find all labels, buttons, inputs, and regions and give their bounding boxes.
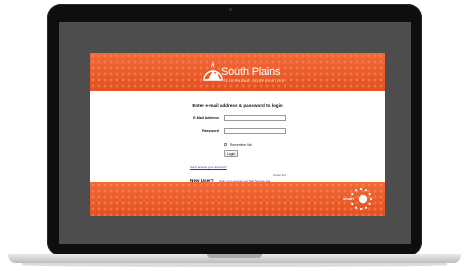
remember-me-label: Remember Me (230, 142, 252, 147)
login-page: South Plains TELEPHONE COOPERATIVE Enter… (90, 53, 385, 216)
laptop-base-notch (207, 254, 262, 258)
brand-logo: South Plains TELEPHONE COOPERATIVE (202, 62, 292, 88)
email-label: E-Mail Address (193, 116, 219, 120)
email-field[interactable] (224, 115, 286, 121)
login-heading: Enter e-mail address & password to login (192, 103, 283, 108)
password-field[interactable] (224, 128, 286, 134)
brand-subtitle: TELEPHONE COOPERATIVE (223, 79, 285, 83)
smarthub-text: smart (343, 196, 354, 201)
laptop-frame: South Plains TELEPHONE COOPERATIVE Enter… (0, 0, 469, 271)
smarthub-logo: smart (343, 187, 373, 211)
version-text: Version 22.4 (273, 174, 287, 177)
footer-banner: smart (90, 182, 385, 216)
password-label: Password (202, 129, 219, 133)
camera-dot (229, 8, 232, 11)
header-banner: South Plains TELEPHONE COOPERATIVE (90, 53, 385, 91)
brand-name: South Plains (221, 66, 281, 78)
laptop-shadow (22, 263, 447, 267)
login-button[interactable]: Login (224, 150, 238, 157)
remember-me-checkbox[interactable] (224, 143, 227, 146)
